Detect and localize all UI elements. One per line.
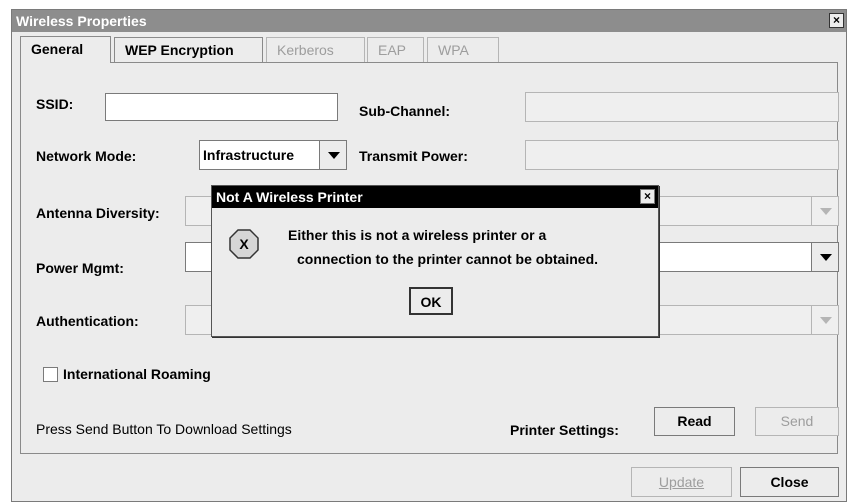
dialog-ok-button[interactable]: OK — [409, 287, 453, 315]
dialog-close-button[interactable]: × — [640, 189, 655, 204]
read-button[interactable]: Read — [654, 407, 735, 436]
dialog-title: Not A Wireless Printer — [216, 189, 363, 205]
network-mode-dropdown[interactable]: Infrastructure — [199, 140, 347, 170]
dialog-message-line1: Either this is not a wireless printer or… — [288, 227, 547, 243]
send-hint-text: Press Send Button To Download Settings — [36, 421, 292, 437]
dropdown-arrow-icon — [820, 208, 832, 215]
window-close-button[interactable]: × — [829, 13, 844, 28]
international-roaming-label[interactable]: International Roaming — [63, 366, 211, 382]
send-button: Send — [755, 407, 839, 436]
update-button: Update — [631, 467, 732, 497]
svg-text:X: X — [239, 236, 249, 252]
tab-kerberos: Kerberos — [266, 37, 365, 62]
tab-wep-encryption[interactable]: WEP Encryption — [114, 37, 263, 62]
window-title: Wireless Properties — [16, 13, 147, 29]
dialog-message-line2: connection to the printer cannot be obta… — [297, 251, 599, 267]
antenna-diversity-label: Antenna Diversity: — [36, 205, 160, 221]
ssid-label: SSID: — [36, 96, 74, 112]
sub-channel-label: Sub-Channel: — [359, 103, 450, 119]
not-wireless-printer-dialog: Not A Wireless Printer × X Either this i… — [211, 185, 659, 337]
antenna-diversity-arrow — [811, 197, 838, 225]
ssid-input[interactable] — [105, 93, 338, 121]
error-icon: X — [229, 229, 259, 259]
network-mode-value: Infrastructure — [203, 147, 295, 163]
authentication-arrow — [811, 306, 838, 334]
dialog-titlebar: Not A Wireless Printer × — [212, 186, 658, 208]
sub-channel-field — [525, 92, 839, 122]
close-button[interactable]: Close — [740, 467, 839, 497]
tab-general[interactable]: General — [20, 36, 111, 63]
dropdown-arrow-icon — [328, 152, 340, 159]
dropdown-arrow-icon — [820, 254, 832, 261]
authentication-label: Authentication: — [36, 313, 139, 329]
tab-eap: EAP — [367, 37, 424, 62]
international-roaming-checkbox[interactable] — [43, 367, 58, 382]
network-mode-label: Network Mode: — [36, 148, 137, 164]
network-mode-arrow[interactable] — [319, 141, 346, 169]
printer-settings-label: Printer Settings: — [510, 422, 619, 438]
transmit-power-field — [525, 140, 839, 170]
transmit-power-label: Transmit Power: — [359, 148, 468, 164]
tab-wpa: WPA — [427, 37, 499, 62]
dropdown-arrow-icon — [820, 317, 832, 324]
power-mgmt-label: Power Mgmt: — [36, 260, 124, 276]
window-titlebar: Wireless Properties × — [12, 10, 846, 32]
power-mgmt-arrow[interactable] — [811, 243, 838, 271]
